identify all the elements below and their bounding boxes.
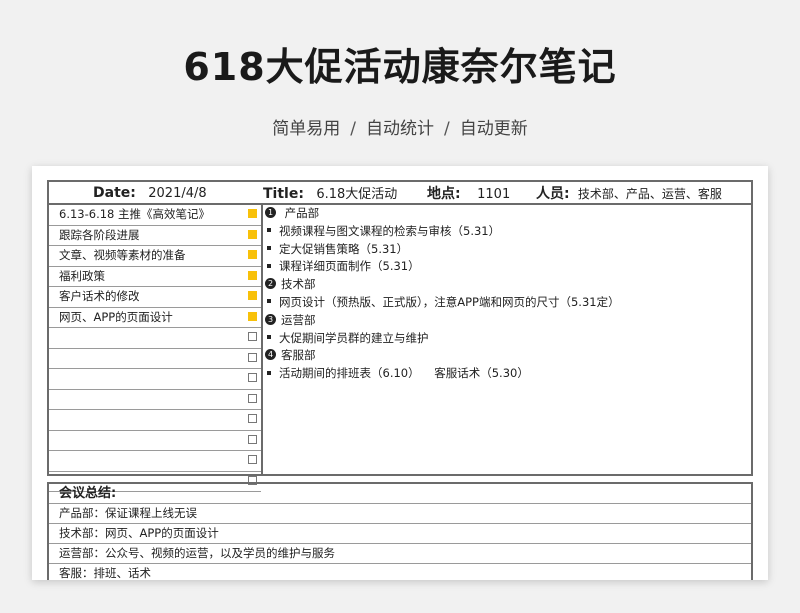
checkbox-checked[interactable] <box>248 270 257 280</box>
checkbox-checked[interactable] <box>248 250 257 259</box>
checkbox-empty[interactable] <box>248 414 257 423</box>
cue-row <box>49 390 261 410</box>
summary-section: 会议总结: 产品部：保证课程上线无误 技术部：网页、APP的页面设计 运营部：公… <box>47 482 753 580</box>
bullet-icon <box>267 299 271 304</box>
note-item: 网页设计（预热版、正式版），注意APP端和网页的尺寸（5.31定） <box>263 294 749 312</box>
checkbox-empty[interactable] <box>248 373 257 382</box>
section-title: 运营部 <box>281 312 316 327</box>
note-section-heading: 1 产品部 <box>263 205 749 223</box>
checkbox-checked[interactable] <box>248 209 257 218</box>
header-title: Title: 6.18大促活动 <box>263 183 397 202</box>
checkbox-checked[interactable] <box>248 291 257 300</box>
section-number-icon: 1 <box>265 207 276 218</box>
bullet-icon <box>267 246 271 251</box>
note-item-text: 视频课程与图文课程的检索与审核（5.31） <box>279 223 501 238</box>
cue-label: 网页、APP的页面设计 <box>59 309 173 324</box>
date-value: 2021/4/8 <box>148 185 207 201</box>
summary-row: 运营部：公众号、视频的运营，以及学员的维护与服务 <box>49 544 751 564</box>
subtitle-item: 简单易用 <box>272 119 341 139</box>
cue-row: 跟踪各阶段进展 <box>49 226 261 246</box>
subtitle-item: 自动统计 <box>366 119 434 139</box>
note-section-heading: 3 运营部 <box>263 312 749 330</box>
cue-row <box>49 431 261 451</box>
cue-row: 网页、APP的页面设计 <box>49 308 261 328</box>
section-number-icon: 3 <box>265 313 276 325</box>
cue-column: 6.13-6.18 主推《高效笔记》 跟踪各阶段进展文章、视频等素材的准备 福利政策… <box>49 205 263 492</box>
note-item: 视频课程与图文课程的检索与审核（5.31） <box>263 223 749 241</box>
header-people: 人员: 技术部、产品、运营、客服 <box>536 183 722 203</box>
checkbox-empty[interactable] <box>248 393 257 403</box>
bullet-icon <box>267 335 271 340</box>
notes-sheet: Date: 2021/4/8 Title: 6.18大促活动 地点: 1101 … <box>32 166 768 580</box>
note-item-text: 活动期间的排班表（6.10） 客服话术（5.30） <box>279 366 529 381</box>
checkbox-empty[interactable] <box>248 434 257 444</box>
cue-label: 客户话术的修改 <box>59 289 140 303</box>
note-section-heading: 4 客服部 <box>263 347 749 365</box>
section-number-icon: 2 <box>265 278 276 290</box>
note-item: 大促期间学员群的建立与维护 <box>263 330 749 348</box>
section-title: 技术部 <box>281 277 316 292</box>
summary-row: 客服：排班、话术 <box>49 564 751 580</box>
notes-column: 1 产品部 视频课程与图文课程的检索与审核（5.31） 定大促销售策略（5.31）课… <box>263 205 749 474</box>
checkbox-checked[interactable] <box>248 311 257 321</box>
note-item: 活动期间的排班表（6.10） 客服话术（5.30） <box>263 365 749 383</box>
cue-label: 福利政策 <box>59 268 105 283</box>
checkbox-checked[interactable] <box>248 229 257 239</box>
page-subtitle: 简单易用 / 自动统计 / 自动更新 <box>0 114 800 139</box>
note-item: 定大促销售策略（5.31） <box>263 241 749 259</box>
location-label: 地点: <box>427 185 461 202</box>
cue-row: 客户话术的修改 <box>49 287 261 308</box>
note-item-text: 定大促销售策略（5.31） <box>279 241 409 256</box>
header-location: 地点: 1101 <box>427 183 510 203</box>
summary-row: 产品部：保证课程上线无误 <box>49 504 751 524</box>
cue-label: 跟踪各阶段进展 <box>59 227 140 242</box>
note-section-heading: 2 技术部 <box>263 276 749 294</box>
people-value: 技术部、产品、运营、客服 <box>577 186 722 201</box>
cornell-frame: Date: 2021/4/8 Title: 6.18大促活动 地点: 1101 … <box>47 180 753 492</box>
subtitle-separator: / <box>444 119 450 139</box>
checkbox-empty[interactable] <box>248 332 257 341</box>
section-title: 客服部 <box>281 348 316 363</box>
note-item-text: 课程详细页面制作（5.31） <box>279 259 420 274</box>
summary-row: 技术部：网页、APP的页面设计 <box>49 524 751 544</box>
note-item-text: 网页设计（预热版、正式版），注意APP端和网页的尺寸（5.31定） <box>279 294 620 309</box>
subtitle-separator: / <box>350 119 356 139</box>
cue-row: 6.13-6.18 主推《高效笔记》 <box>49 205 261 226</box>
cue-label: 6.13-6.18 主推《高效笔记》 <box>59 207 211 221</box>
bullet-icon <box>267 228 271 233</box>
cue-row: 文章、视频等素材的准备 <box>49 246 261 267</box>
header-date: Date: 2021/4/8 <box>93 185 207 201</box>
summary-heading: 会议总结: <box>49 484 751 504</box>
cue-row <box>49 451 261 472</box>
bullet-icon <box>267 263 271 268</box>
bullet-icon <box>267 370 271 375</box>
section-number-icon: 4 <box>265 349 276 361</box>
people-label: 人员: <box>536 185 570 202</box>
title-value: 6.18大促活动 <box>316 187 398 202</box>
checkbox-empty[interactable] <box>248 352 257 362</box>
cue-row: 福利政策 <box>49 267 261 287</box>
cue-row <box>49 369 261 390</box>
header-bar: Date: 2021/4/8 Title: 6.18大促活动 地点: 1101 … <box>49 182 751 205</box>
date-label: Date: <box>93 184 136 201</box>
note-item: 课程详细页面制作（5.31） <box>263 258 749 276</box>
checkbox-empty[interactable] <box>248 455 257 464</box>
cue-row <box>49 410 261 431</box>
note-item-text: 大促期间学员群的建立与维护 <box>279 330 429 345</box>
cue-row <box>49 328 261 349</box>
cue-row <box>49 349 261 369</box>
page-title: 618大促活动康奈尔笔记 <box>183 45 617 89</box>
cue-label: 文章、视频等素材的准备 <box>59 248 186 262</box>
title-label: Title: <box>263 186 304 202</box>
subtitle-item: 自动更新 <box>459 119 528 139</box>
section-title: 产品部 <box>281 206 320 220</box>
location-value: 1101 <box>477 186 511 202</box>
